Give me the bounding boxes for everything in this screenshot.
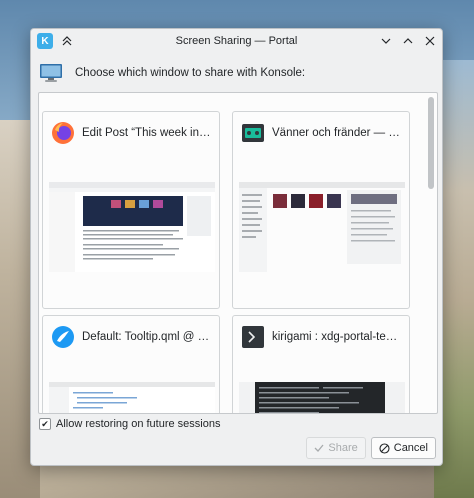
checkmark-icon xyxy=(314,444,324,452)
window-card-title: Edit Post “This week in K... xyxy=(82,127,213,139)
window-card-title: Default: Tooltip.qml @ ~/... xyxy=(82,331,213,343)
window-thumbnail xyxy=(239,382,405,413)
chevron-down-icon xyxy=(381,38,391,44)
minimize-button[interactable] xyxy=(378,33,394,49)
window-card[interactable]: kirigami : xdg-portal-test ... xyxy=(232,315,410,413)
scrollbar[interactable] xyxy=(428,97,434,409)
firefox-icon xyxy=(52,122,74,144)
window-thumbnail xyxy=(49,182,215,272)
window-thumbnail xyxy=(49,382,215,413)
cancel-icon xyxy=(379,442,390,454)
dialog-buttons: Share Cancel xyxy=(306,437,436,459)
share-button-label: Share xyxy=(328,442,358,454)
restore-label: Allow restoring on future sessions xyxy=(56,418,221,430)
monitor-icon xyxy=(40,64,62,82)
close-button[interactable] xyxy=(422,33,438,49)
restore-option[interactable]: ✔ Allow restoring on future sessions xyxy=(39,418,220,430)
window-card[interactable]: Default: Tooltip.qml @ ~/... xyxy=(42,315,220,413)
window-list: Edit Post “This week in K... Vänner och … xyxy=(38,92,438,414)
media-player-icon xyxy=(242,124,264,142)
prompt-text: Choose which window to share with Konsol… xyxy=(75,67,306,79)
chevron-up-icon xyxy=(403,38,413,44)
window-card[interactable]: Edit Post “This week in K... xyxy=(42,111,220,309)
cancel-button[interactable]: Cancel xyxy=(370,437,436,459)
prompt-row: Choose which window to share with Konsol… xyxy=(39,61,305,85)
cancel-button-label: Cancel xyxy=(393,442,428,454)
window-thumbnail xyxy=(239,182,405,272)
close-icon xyxy=(425,36,435,46)
share-button[interactable]: Share xyxy=(306,437,366,459)
titlebar[interactable]: K Screen Sharing — Portal xyxy=(31,29,442,54)
window-card-title: kirigami : xdg-portal-test ... xyxy=(272,331,403,343)
kate-icon xyxy=(52,326,74,348)
terminal-icon xyxy=(242,326,264,348)
restore-checkbox[interactable]: ✔ xyxy=(39,418,51,430)
scrollbar-thumb[interactable] xyxy=(428,97,434,189)
maximize-button[interactable] xyxy=(400,33,416,49)
window-card[interactable]: Vänner och fränder — Eli... xyxy=(232,111,410,309)
portal-dialog: K Screen Sharing — Portal Choose which w xyxy=(30,28,443,466)
window-card-title: Vänner och fränder — Eli... xyxy=(272,127,403,139)
